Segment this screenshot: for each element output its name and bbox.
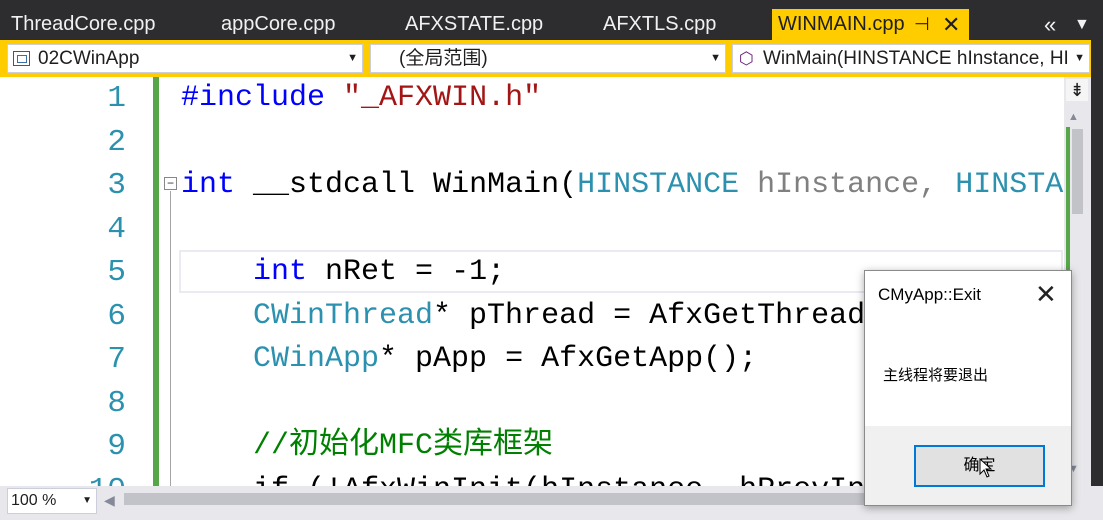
document-tab-bar: ThreadCore.cpp appCore.cpp AFXSTATE.cpp … <box>0 0 1103 40</box>
project-icon <box>13 51 30 66</box>
chevron-down-icon: ▼ <box>1074 52 1085 64</box>
keyword: int <box>253 255 308 289</box>
chevron-down-icon: ▼ <box>347 52 358 64</box>
line-number: 3 <box>107 168 126 203</box>
dialog-message: 主线程将要退出 <box>883 367 989 384</box>
scope-dropdown[interactable]: (全局范围) ▼ <box>370 44 726 73</box>
code-text: * pThread = AfxGetThread <box>433 299 866 333</box>
tab-threadcore[interactable]: ThreadCore.cpp <box>11 9 156 40</box>
scope-dropdown-value: (全局范围) <box>399 48 488 69</box>
vertical-scroll-thumb[interactable] <box>1072 129 1083 214</box>
pin-icon[interactable]: ⊣ <box>914 9 930 40</box>
line-number: 2 <box>107 125 126 160</box>
close-icon[interactable]: ✕ <box>1035 279 1057 309</box>
tab-appcore[interactable]: appCore.cpp <box>221 9 336 40</box>
close-tab-icon[interactable]: ✕ <box>942 9 960 40</box>
outline-guide <box>170 191 171 486</box>
scroll-up-icon[interactable]: ▲ <box>1068 111 1079 123</box>
type-name: CWinApp <box>253 342 380 376</box>
project-dropdown-value: 02CWinApp <box>38 48 140 69</box>
line-number: 1 <box>107 81 126 116</box>
change-tracking-bar <box>153 77 159 486</box>
zoom-value: 100 % <box>11 492 57 509</box>
horizontal-scroll-thumb[interactable] <box>124 493 864 505</box>
keyword: #include <box>181 81 326 115</box>
collapse-icon[interactable]: − <box>164 177 177 190</box>
dialog-footer: 确定 <box>865 426 1071 505</box>
line-number: 7 <box>107 342 126 377</box>
string-literal: "_AFXWIN.h" <box>343 81 542 115</box>
tab-overflow-icon[interactable]: « <box>1044 9 1056 40</box>
zoom-dropdown[interactable]: 100 % ▼ <box>7 488 97 514</box>
keyword: int <box>181 168 236 202</box>
dialog-title: CMyApp::Exit <box>878 285 981 304</box>
type-name: HINSTA <box>955 168 1064 202</box>
function-dropdown[interactable]: ⬡ WinMain(HINSTANCE hInstance, HI ▼ <box>732 44 1090 73</box>
code-text: __stdcall WinMain( <box>253 168 578 202</box>
code-line-7: CWinApp* pApp = AfxGetApp(); <box>181 338 757 381</box>
type-name: HINSTANCE <box>577 168 740 202</box>
code-text: if (!AfxWinInit(hInstance, hPrevInst <box>253 473 901 486</box>
code-line-6: CWinThread* pThread = AfxGetThread <box>181 295 865 338</box>
tab-winmain-label: WINMAIN.cpp <box>778 13 905 35</box>
parameter: hInstance, <box>757 168 938 202</box>
function-dropdown-value: WinMain(HINSTANCE hInstance, HI <box>763 48 1069 69</box>
code-line-1: #include "_AFXWIN.h" <box>181 77 541 120</box>
tab-afxstate[interactable]: AFXSTATE.cpp <box>405 9 543 40</box>
code-line-10: if (!AfxWinInit(hInstance, hPrevInst <box>181 469 901 486</box>
code-line-3: int __stdcall WinMain(HINSTANCE hInstanc… <box>181 164 1063 207</box>
project-dropdown[interactable]: 02CWinApp ▼ <box>7 44 363 73</box>
code-text: * pApp = AfxGetApp(); <box>379 342 758 376</box>
line-number: 5 <box>107 255 126 290</box>
tab-afxtls[interactable]: AFXTLS.cpp <box>603 9 716 40</box>
code-line-5: int nRet = -1; <box>181 251 505 294</box>
type-name: CWinThread <box>253 299 434 333</box>
message-box-dialog: CMyApp::Exit ✕ 主线程将要退出 确定 <box>864 270 1072 506</box>
comment: //初始化MFC类库框架 <box>253 429 554 463</box>
navigation-bar: 02CWinApp ▼ (全局范围) ▼ ⬡ WinMain(HINSTANCE… <box>0 40 1103 77</box>
chevron-down-icon: ▼ <box>82 495 92 506</box>
mouse-cursor-icon <box>979 458 993 478</box>
code-line-9: //初始化MFC类库框架 <box>181 425 553 468</box>
code-text: nRet = -1; <box>325 255 506 289</box>
indicator-margin <box>0 77 30 486</box>
line-number: 9 <box>107 429 126 464</box>
scroll-left-icon[interactable]: ◀ <box>104 492 115 509</box>
tab-menu-icon[interactable]: ▼ <box>1074 9 1090 40</box>
tab-winmain-active[interactable]: WINMAIN.cpp ⊣ ✕ <box>772 9 969 40</box>
window-edge <box>1091 40 1103 520</box>
line-number: 6 <box>107 299 126 334</box>
split-window-icon[interactable]: ⇟ <box>1066 79 1088 101</box>
line-number: 8 <box>107 386 126 421</box>
method-cube-icon: ⬡ <box>739 49 754 68</box>
chevron-down-icon: ▼ <box>710 52 721 64</box>
line-number: 10 <box>60 469 126 486</box>
line-number: 4 <box>107 212 126 247</box>
